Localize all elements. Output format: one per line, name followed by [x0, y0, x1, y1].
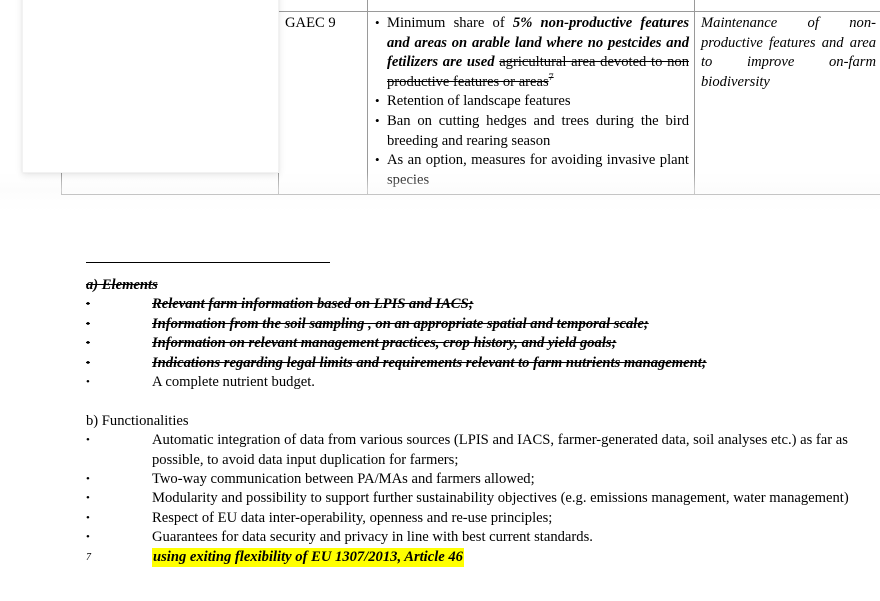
list-item: • Information on relevant management pra… — [86, 334, 870, 353]
list-item-text: Modularity and possibility to support fu… — [152, 490, 849, 507]
document-page: GAEC 9 Minimum share of 5% non-productiv… — [0, 0, 880, 601]
list-item: • Two-way communication between PA/MAs a… — [86, 470, 870, 489]
requirements-list: Minimum share of 5% non-productive featu… — [374, 13, 689, 190]
list-item: • A complete nutrient budget. — [86, 373, 870, 392]
list-item: • Automatic integration of data from var… — [86, 431, 870, 470]
cell-requirements: Minimum share of 5% non-productive featu… — [367, 10, 695, 196]
list-item-text: Automatic integration of data from vario… — [152, 432, 848, 468]
footnote-divider — [86, 262, 330, 263]
bullet-glyph: • — [86, 356, 90, 369]
cell-objective: Maintenance of non-productive features a… — [694, 10, 880, 196]
bullet-glyph: • — [86, 434, 90, 447]
bullet-glyph: • — [86, 337, 90, 350]
footnote-text-highlighted: using exiting flexibility of EU 1307/201… — [152, 547, 464, 567]
list-item: Minimum share of 5% non-productive featu… — [374, 13, 689, 92]
footnote-reference: 7 — [548, 71, 554, 83]
bullet-glyph: • — [86, 492, 90, 505]
list-item-text: Information from the soil sampling , on … — [152, 315, 649, 332]
spacer-cell-d — [694, 0, 880, 12]
requirement-text-1: Minimum share of 5% non-productive featu… — [387, 15, 689, 90]
section-heading-functionalities: b) Functionalities — [86, 412, 189, 429]
list-item-text: Two-way communication between PA/MAs and… — [152, 471, 535, 488]
list-item-text: Indications regarding legal limits and r… — [152, 354, 707, 371]
bullet-glyph: • — [86, 317, 90, 330]
spacer-cell-b — [278, 0, 368, 12]
footnote-number: 7 — [86, 551, 91, 563]
list-item-text: A complete nutrient budget. — [152, 374, 315, 391]
spacer-cell-c — [367, 0, 695, 12]
list-item: • Modularity and possibility to support … — [86, 489, 870, 508]
section-heading-elements: a) Elements — [86, 277, 158, 293]
list-item: • Relevant farm information based on LPI… — [86, 295, 870, 314]
cell-gaec-code: GAEC 9 — [278, 10, 368, 196]
list-item-text: Respect of EU data inter-operability, op… — [152, 509, 553, 526]
bullet-glyph: • — [86, 511, 90, 524]
list-item: • Indications regarding legal limits and… — [86, 354, 870, 373]
list-item-text: Information on relevant management pract… — [152, 335, 617, 352]
bullet-glyph: • — [86, 473, 90, 486]
bullet-glyph: • — [86, 531, 90, 544]
list-item: Ban on cutting hedges and trees during t… — [374, 111, 689, 151]
overlay-panel — [22, 0, 279, 173]
list-item-text: Guarantees for data security and privacy… — [152, 529, 593, 546]
body-text-region: a) Elements • Relevant farm information … — [86, 276, 870, 567]
list-item: Retention of landscape features — [374, 91, 689, 112]
footnote-entry: 7 using exiting flexibility of EU 1307/2… — [86, 547, 870, 567]
list-item: • Respect of EU data inter-operability, … — [86, 509, 870, 528]
req-seg-plain: Minimum share of — [387, 15, 513, 31]
list-item: • Information from the soil sampling , o… — [86, 315, 870, 334]
bullet-glyph: • — [86, 376, 90, 389]
list-item-text: Relevant farm information based on LPIS … — [152, 296, 474, 313]
list-item: • Guarantees for data security and priva… — [86, 528, 870, 547]
list-item: As an option, measures for avoiding inva… — [374, 150, 689, 190]
bullet-glyph: • — [86, 298, 90, 311]
